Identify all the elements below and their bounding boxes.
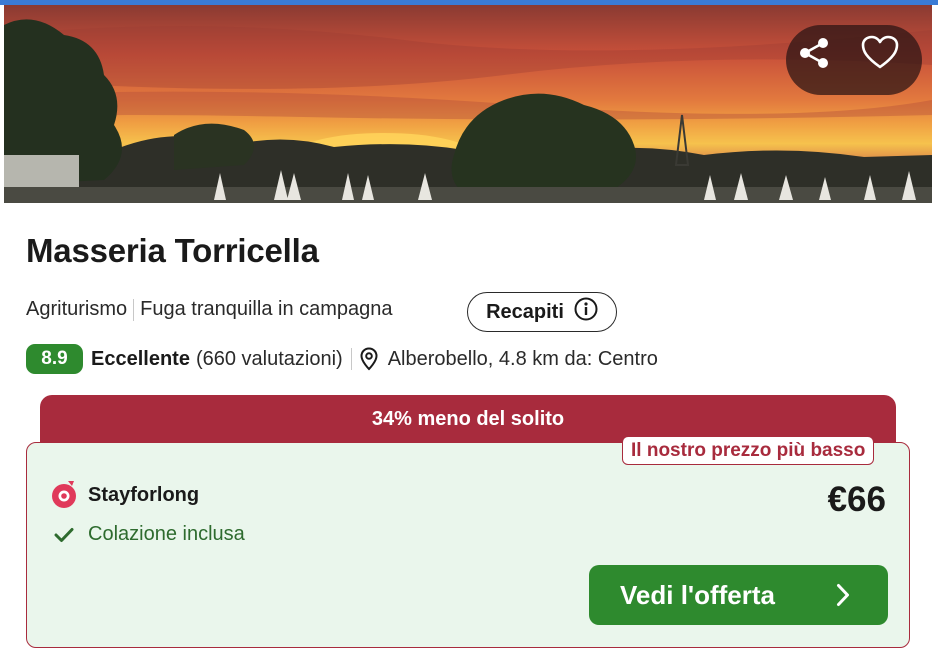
- map-pin-icon: [360, 347, 378, 371]
- hotel-meta: Agriturismo Fuga tranquilla in campagna: [26, 298, 393, 321]
- info-icon: [574, 297, 598, 327]
- amenity-label: Colazione inclusa: [88, 523, 245, 545]
- divider: [350, 348, 352, 370]
- provider-name: Stayforlong: [88, 483, 200, 506]
- favorite-button[interactable]: [861, 35, 911, 85]
- photo-actions: [786, 25, 922, 95]
- view-deal-button[interactable]: Vedi l'offerta: [589, 565, 888, 625]
- rating-row: 8.9 Eccellente (660 valutazioni) Alberob…: [26, 343, 658, 375]
- view-deal-label: Vedi l'offerta: [620, 579, 775, 610]
- contacts-label: Recapiti: [486, 300, 564, 323]
- price: €66: [827, 480, 886, 519]
- score-badge: 8.9: [26, 344, 83, 374]
- hotel-photo[interactable]: [4, 5, 932, 203]
- amenity: Colazione inclusa: [54, 523, 245, 546]
- review-count[interactable]: (660 valutazioni): [196, 348, 343, 371]
- check-icon: [54, 527, 74, 543]
- stayforlong-logo: [50, 480, 78, 510]
- property-tagline: Fuga tranquilla in campagna: [140, 298, 393, 320]
- property-type: Agriturismo: [26, 298, 128, 320]
- contacts-button[interactable]: Recapiti: [467, 292, 617, 332]
- location-text[interactable]: Alberobello, 4.8 km da: Centro: [388, 348, 658, 371]
- sunset-landscape-image: [4, 19, 932, 203]
- divider: [133, 298, 135, 321]
- provider: Stayforlong: [50, 480, 199, 510]
- hotel-name[interactable]: Masseria Torricella: [26, 232, 319, 270]
- share-button[interactable]: [796, 35, 846, 85]
- lowest-price-badge: Il nostro prezzo più basso: [622, 436, 875, 465]
- rating-label[interactable]: Eccellente: [91, 348, 190, 371]
- heart-icon: [861, 35, 899, 69]
- chevron-right-icon: [836, 583, 850, 607]
- share-icon: [800, 38, 828, 68]
